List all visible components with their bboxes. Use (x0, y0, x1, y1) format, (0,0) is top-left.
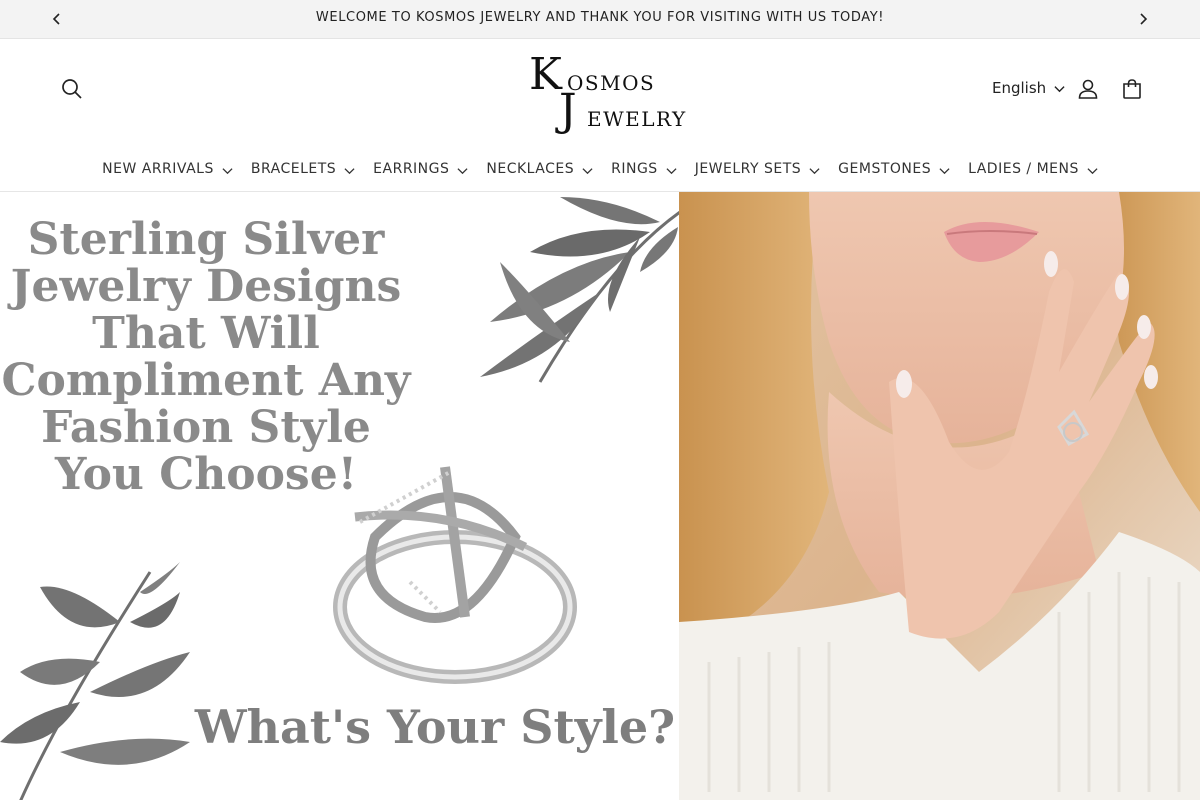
account-icon (1078, 79, 1098, 99)
nav-item-earrings[interactable]: EARRINGS (373, 152, 468, 190)
nav-item-new-arrivals[interactable]: NEW ARRIVALS (102, 152, 233, 190)
model-photo-image (679, 192, 1200, 800)
announcement-next-button[interactable] (1133, 10, 1153, 28)
main-navigation: NEW ARRIVALS BRACELETS EARRINGS NECKLACE… (0, 152, 1200, 192)
nav-item-label: EARRINGS (373, 161, 450, 177)
logo-word-ewelry: EWELRY (587, 107, 687, 131)
nav-item-ladies-mens[interactable]: LADIES / MENS (968, 152, 1098, 190)
logo-word-osmos: OSMOS (567, 71, 656, 95)
chevron-down-icon (344, 168, 355, 175)
chevron-right-icon (1140, 13, 1148, 25)
nav-item-rings[interactable]: RINGS (611, 152, 677, 190)
chevron-down-icon (1054, 85, 1065, 92)
nav-item-label: GEMSTONES (838, 161, 932, 177)
leaf-decoration-bottom (0, 562, 190, 800)
hero-tagline: What's Your Style? (194, 700, 676, 754)
hero-model-photo (679, 192, 1200, 800)
chevron-down-icon (222, 168, 233, 175)
account-button[interactable] (1073, 74, 1103, 104)
hero-graphic-panel: Sterling Silver Jewelry Designs That Wil… (0, 192, 679, 800)
nav-item-label: LADIES / MENS (968, 161, 1079, 177)
nav-item-label: RINGS (611, 161, 658, 177)
nav-item-jewelry-sets[interactable]: JEWELRY SETS (695, 152, 820, 190)
nav-item-bracelets[interactable]: BRACELETS (251, 152, 355, 190)
chevron-down-icon (457, 168, 468, 175)
site-header: K OSMOS J EWELRY English (0, 39, 1200, 139)
announcement-prev-button[interactable] (47, 10, 67, 28)
chevron-down-icon (666, 168, 677, 175)
nav-item-label: JEWELRY SETS (694, 161, 802, 177)
logo-letter-j: J (559, 85, 577, 136)
nav-item-label: NEW ARRIVALS (102, 161, 214, 177)
chevron-down-icon (582, 168, 593, 175)
chevron-down-icon (809, 168, 820, 175)
search-button[interactable] (57, 74, 87, 104)
leaf-decoration-top (480, 197, 679, 383)
logo-letter-k: K (529, 49, 562, 100)
chevron-down-icon (1087, 168, 1098, 175)
nav-item-label: BRACELETS (250, 161, 337, 177)
chevron-left-icon (52, 13, 60, 25)
cart-button[interactable] (1117, 74, 1147, 104)
search-icon (62, 79, 82, 99)
chevron-down-icon (939, 168, 950, 175)
nav-item-label: NECKLACES (486, 161, 575, 177)
nav-item-gemstones[interactable]: GEMSTONES (838, 152, 950, 190)
cart-icon (1123, 79, 1141, 99)
site-logo[interactable]: K OSMOS J EWELRY (525, 49, 685, 133)
language-label: English (992, 79, 1047, 97)
star-ring-image (333, 466, 577, 684)
hero-banner[interactable]: Sterling Silver Jewelry Designs That Wil… (0, 192, 1200, 800)
announcement-text: WELCOME TO KOSMOS JEWELRY AND THANK YOU … (315, 10, 885, 25)
nav-item-necklaces[interactable]: NECKLACES (486, 152, 593, 190)
announcement-bar: WELCOME TO KOSMOS JEWELRY AND THANK YOU … (0, 0, 1200, 39)
language-selector[interactable]: English (992, 79, 1065, 97)
